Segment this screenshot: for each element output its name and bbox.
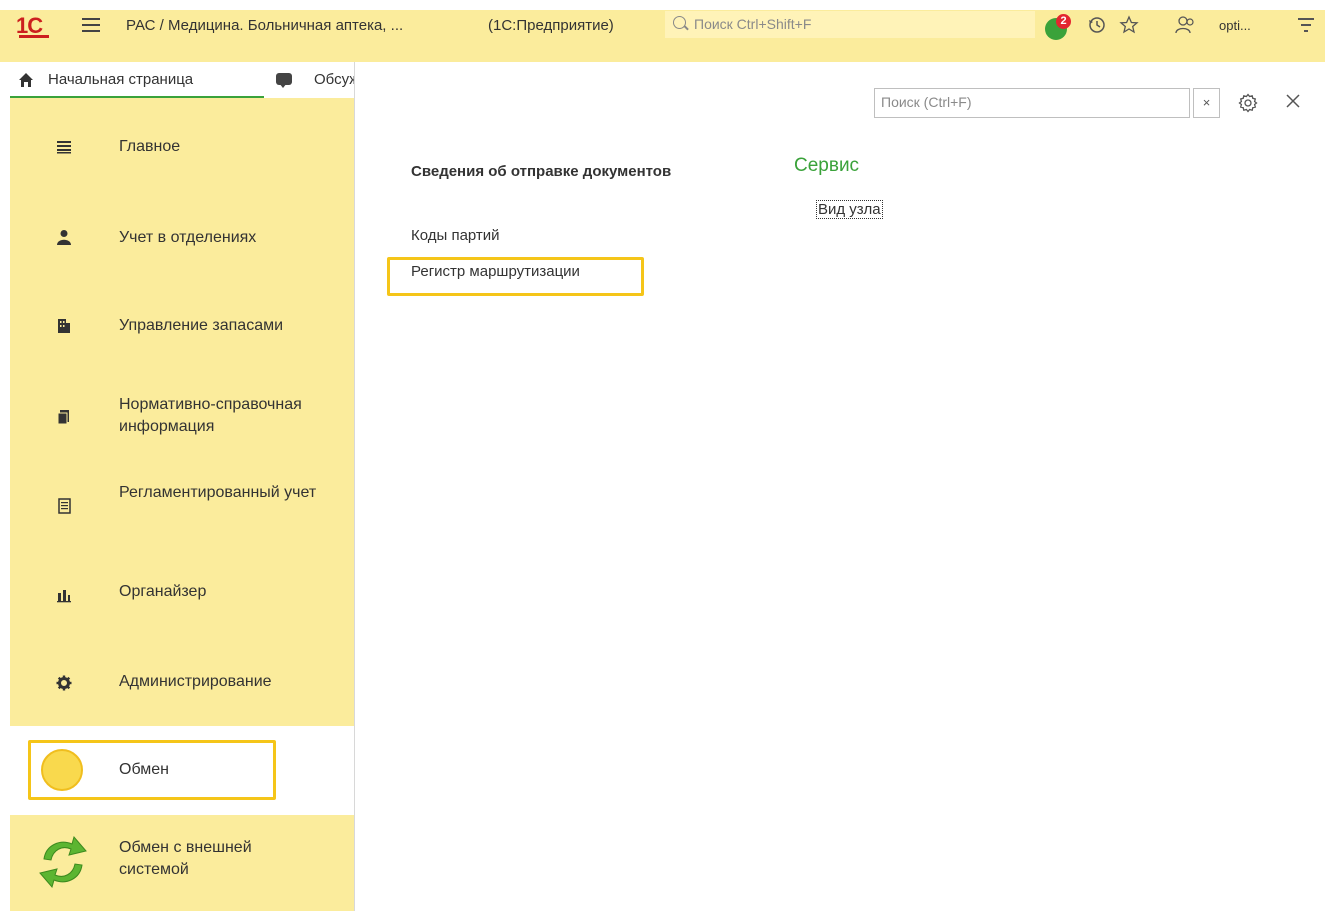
search-input[interactable] — [875, 89, 1181, 115]
sidebar-item-organizer[interactable]: Органайзер — [10, 543, 354, 632]
settings-menu-icon[interactable] — [1298, 18, 1314, 34]
link-batch-codes[interactable]: Коды партий — [411, 227, 500, 244]
warehouse-icon — [58, 319, 70, 333]
app-logo[interactable]: 1С — [16, 14, 54, 38]
app-mode: (1С:Предприятие) — [488, 17, 614, 34]
highlight-frame-routing-register — [387, 257, 644, 296]
top-spacer — [0, 0, 1325, 10]
close-icon[interactable] — [1283, 92, 1303, 112]
search-icon — [673, 16, 686, 29]
sidebar-item-department-accounting[interactable]: Учет в отделениях — [10, 187, 354, 276]
chart-bars-icon — [57, 590, 71, 603]
sidebar-item-label: Обмен с внешней системой — [119, 839, 252, 878]
global-search-field[interactable]: Поиск Ctrl+Shift+F — [665, 11, 1035, 38]
main-menu-icon[interactable] — [82, 18, 100, 32]
menu-lines-icon — [57, 141, 71, 154]
tab-home-label: Начальная страница — [48, 71, 194, 88]
user-icon[interactable] — [1175, 15, 1197, 37]
document-icon — [58, 498, 71, 514]
history-icon[interactable] — [1086, 15, 1108, 37]
sidebar-item-label: Управление запасами — [119, 317, 284, 334]
logo-underline — [19, 35, 49, 38]
settings-gear-icon[interactable] — [1238, 93, 1258, 113]
tab-home[interactable]: Начальная страница — [10, 62, 264, 98]
person-icon — [57, 230, 71, 245]
sidebar-item-label: Регламентированный учет — [119, 484, 317, 501]
notifications-button[interactable]: 2 — [1045, 14, 1071, 40]
highlight-frame-exchange — [28, 740, 276, 800]
favorites-star-icon[interactable] — [1118, 15, 1140, 37]
sidebar-item-main[interactable]: Главное — [10, 98, 354, 187]
link-node-type[interactable]: Вид узла — [816, 200, 883, 219]
sidebar-item-label: Органайзер — [119, 583, 207, 600]
section-title-document-sending: Сведения об отправке документов — [411, 163, 672, 180]
app-title: РАС / Медицина. Больничная аптека, ... — [126, 17, 404, 34]
books-icon — [57, 410, 69, 425]
sidebar-item-administration[interactable]: Администрирование — [10, 632, 354, 721]
section-title-service: Сервис — [794, 155, 860, 176]
sidebar-item-reference-info[interactable]: Нормативно-справочная информация — [10, 365, 354, 454]
sidebar-item-label: Главное — [119, 138, 181, 155]
sidebar-item-label: Администрирование — [119, 673, 272, 690]
sidebar-item-label: Учет в отделениях — [119, 229, 257, 246]
chat-icon — [276, 73, 292, 88]
user-name[interactable]: opti... — [1219, 18, 1251, 33]
home-icon — [19, 73, 33, 87]
search-clear-button[interactable]: × — [1193, 88, 1220, 118]
sidebar-item-external-exchange[interactable]: Обмен с внешней системой — [10, 815, 354, 904]
notification-badge: 2 — [1056, 14, 1071, 29]
sidebar-item-label: Нормативно-справочная информация — [119, 396, 302, 435]
panel-divider — [354, 62, 355, 911]
sidebar-item-regulated-accounting[interactable]: Регламентированный учет — [10, 454, 354, 543]
tab-discussions[interactable]: Обсуждения — [266, 62, 354, 98]
tab-discussions-label: Обсуждения — [314, 71, 354, 88]
global-search-placeholder: Поиск Ctrl+Shift+F — [694, 16, 812, 32]
search-field[interactable] — [874, 88, 1190, 118]
sync-arrows-icon — [39, 835, 87, 889]
sidebar-item-inventory[interactable]: Управление запасами — [10, 276, 354, 365]
gear-icon — [56, 675, 72, 691]
